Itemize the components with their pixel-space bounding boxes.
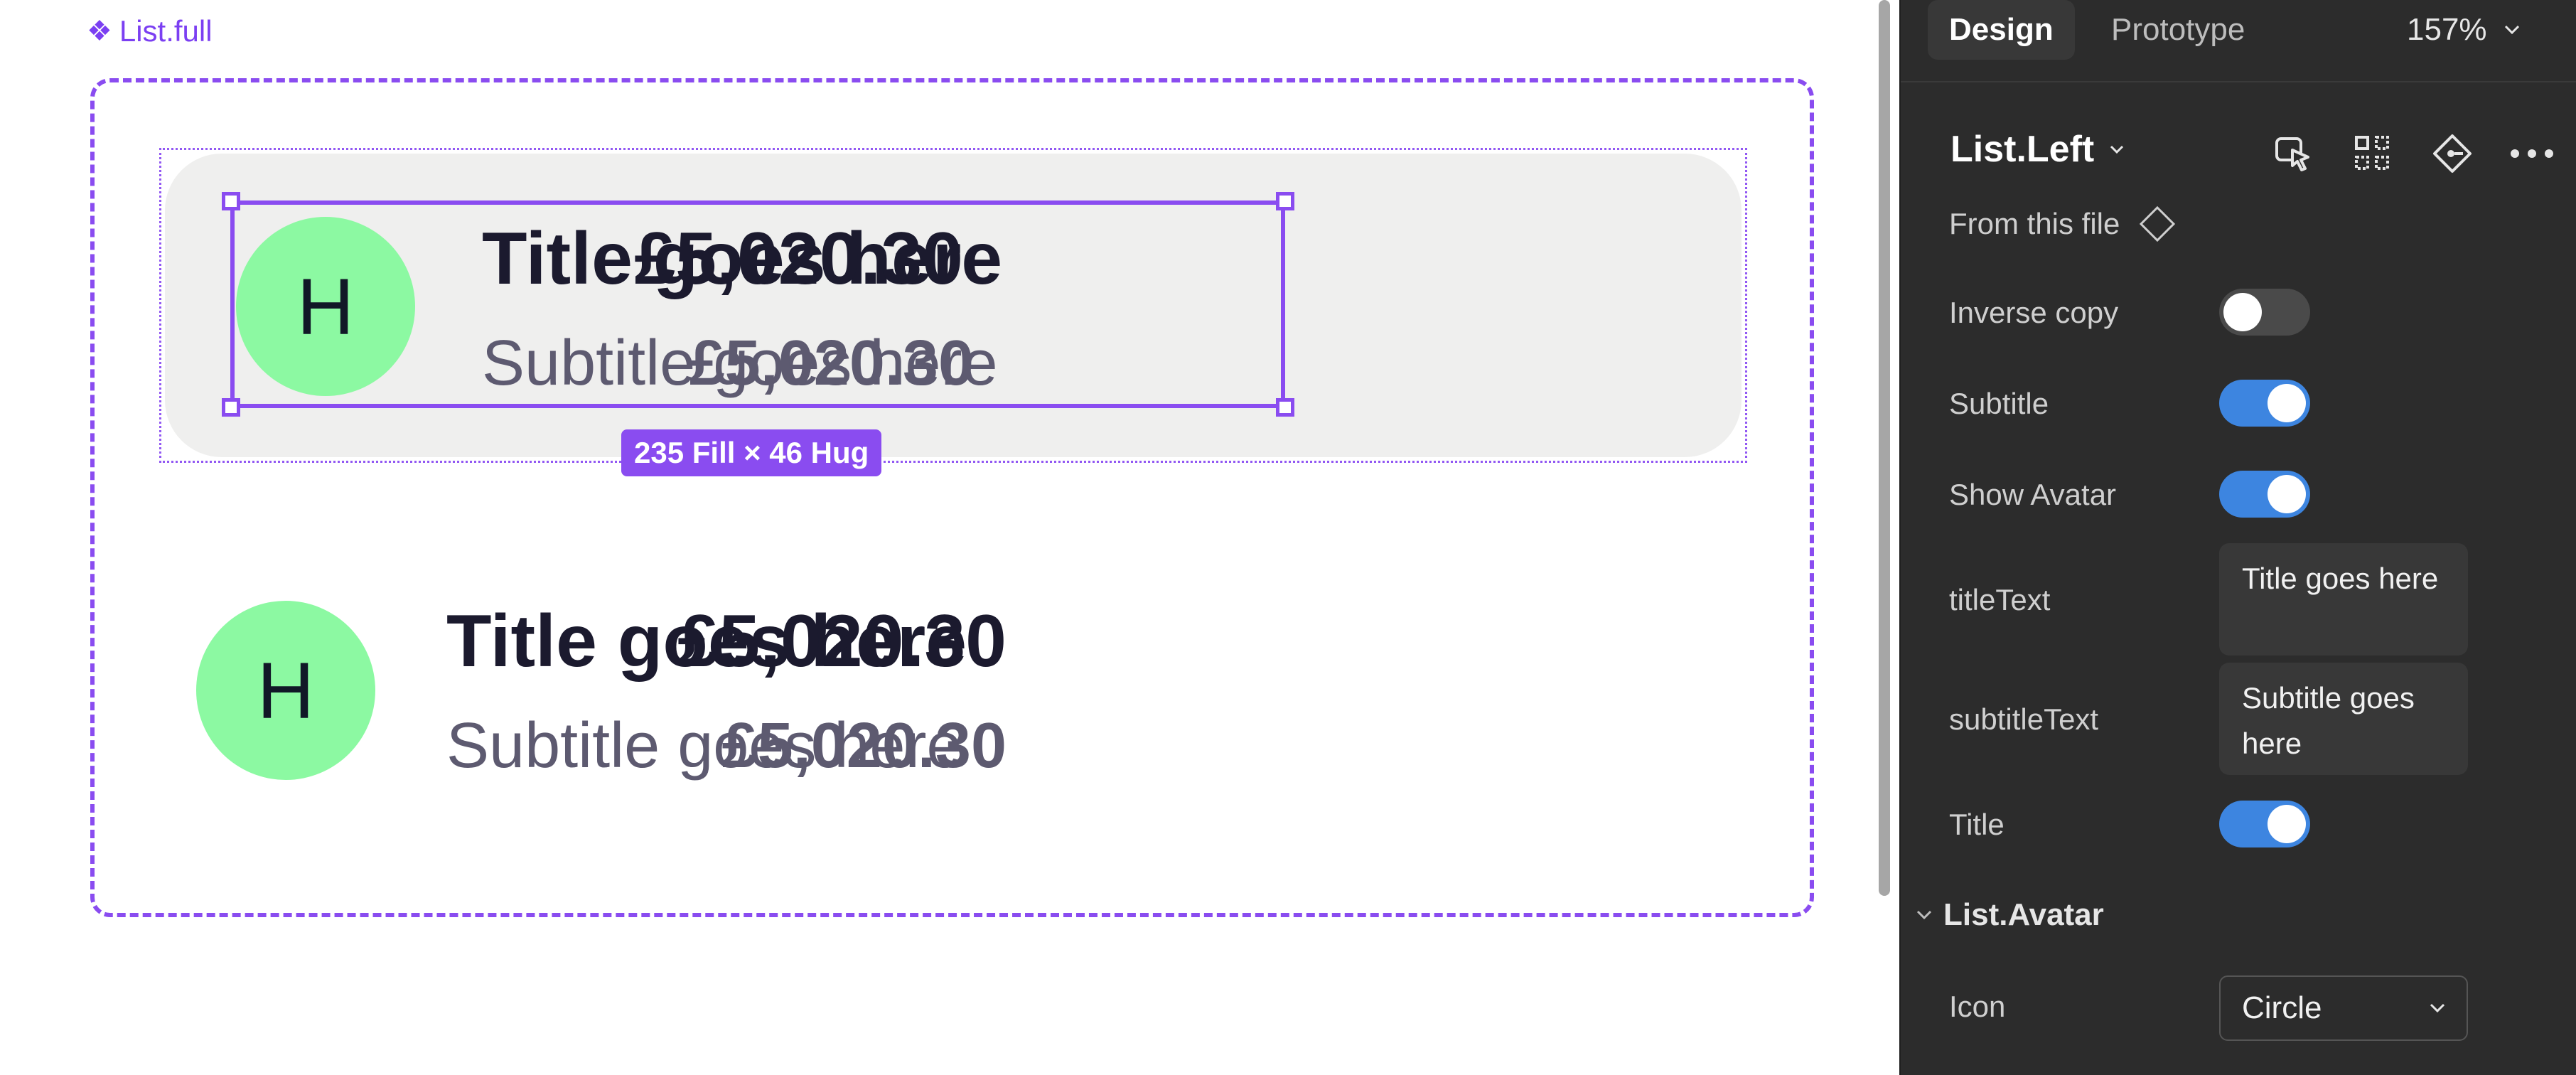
properties-panel: Design Prototype 157% List.Left From thi… [1899, 0, 2576, 1075]
prop-label-title: Title [1949, 808, 2005, 841]
prop-label-show-avatar: Show Avatar [1949, 478, 2117, 511]
prop-label-title-text: titleText [1949, 583, 2051, 616]
row-amount[interactable]: £5,020.30 [677, 604, 1007, 678]
row-amount-secondary[interactable]: £5,020.30 [722, 714, 1007, 778]
prop-label-inverse-copy: Inverse copy [1949, 296, 2119, 329]
resize-handle-top-left[interactable] [222, 192, 240, 210]
tab-prototype[interactable]: Prototype [2111, 0, 2245, 60]
canvas-scrollbar-thumb[interactable] [1879, 0, 1890, 896]
prop-label-subtitle-text: subtitleText [1949, 702, 2099, 736]
component-grid-icon [2355, 136, 2389, 170]
toggle-knob [2268, 805, 2306, 843]
toggle-subtitle[interactable] [2219, 380, 2310, 427]
more-options-button[interactable] [2506, 128, 2558, 179]
size-badge: 235 Fill × 46 Hug [621, 429, 882, 476]
chevron-down-icon [2430, 1003, 2445, 1013]
component-label-text: List.full [119, 14, 213, 48]
resize-handle-top-right[interactable] [1276, 192, 1294, 210]
resize-handle-bottom-right[interactable] [1276, 398, 1294, 417]
go-to-main-component-button[interactable] [2427, 128, 2478, 179]
zoom-level: 157% [2407, 12, 2487, 47]
icon-select[interactable]: Circle [2219, 975, 2468, 1041]
design-canvas[interactable]: ❖ List.full H Title goes here Subtitle g… [0, 0, 1877, 1075]
chevron-down-icon [2504, 25, 2519, 35]
avatar[interactable]: H [196, 601, 375, 780]
main-component-icon [2433, 134, 2472, 173]
subtitle-text-field[interactable]: Subtitle goes here [2219, 663, 2468, 775]
toggle-title[interactable] [2219, 801, 2310, 847]
toggle-knob [2223, 293, 2262, 331]
component-icon: ❖ [87, 16, 112, 47]
resize-handle-bottom-left[interactable] [222, 398, 240, 417]
tab-design[interactable]: Design [1928, 0, 2075, 60]
avatar-letter: H [257, 646, 315, 735]
component-label[interactable]: ❖ List.full [87, 14, 213, 48]
component-name-dropdown[interactable]: List.Left [1950, 128, 2124, 171]
selection-box[interactable] [230, 200, 1285, 408]
select-instance-button[interactable] [2268, 128, 2319, 179]
cursor-select-icon [2275, 137, 2309, 171]
section-list-avatar[interactable]: List.Avatar [1916, 897, 2104, 933]
chevron-down-icon [1916, 910, 1932, 920]
component-diamond-icon [2140, 205, 2176, 242]
toggle-inverse-copy[interactable] [2219, 289, 2310, 336]
chevron-down-icon [2110, 145, 2124, 154]
component-name: List.Left [1950, 129, 2095, 170]
section-title: List.Avatar [1943, 897, 2104, 932]
components-grid-button[interactable] [2347, 128, 2398, 179]
zoom-control[interactable]: 157% [2407, 0, 2520, 60]
icon-select-value: Circle [2242, 990, 2322, 1025]
title-text-field[interactable]: Title goes here [2219, 543, 2468, 656]
panel-divider [1901, 81, 2576, 82]
from-this-file-text: From this file [1949, 207, 2120, 240]
toggle-knob [2268, 384, 2306, 422]
from-this-file: From this file [1949, 205, 2177, 243]
prop-label-subtitle: Subtitle [1949, 387, 2049, 420]
toggle-show-avatar[interactable] [2219, 471, 2310, 518]
toggle-knob [2268, 475, 2306, 513]
prop-label-icon: Icon [1949, 990, 2006, 1023]
more-icon [2511, 149, 2553, 158]
